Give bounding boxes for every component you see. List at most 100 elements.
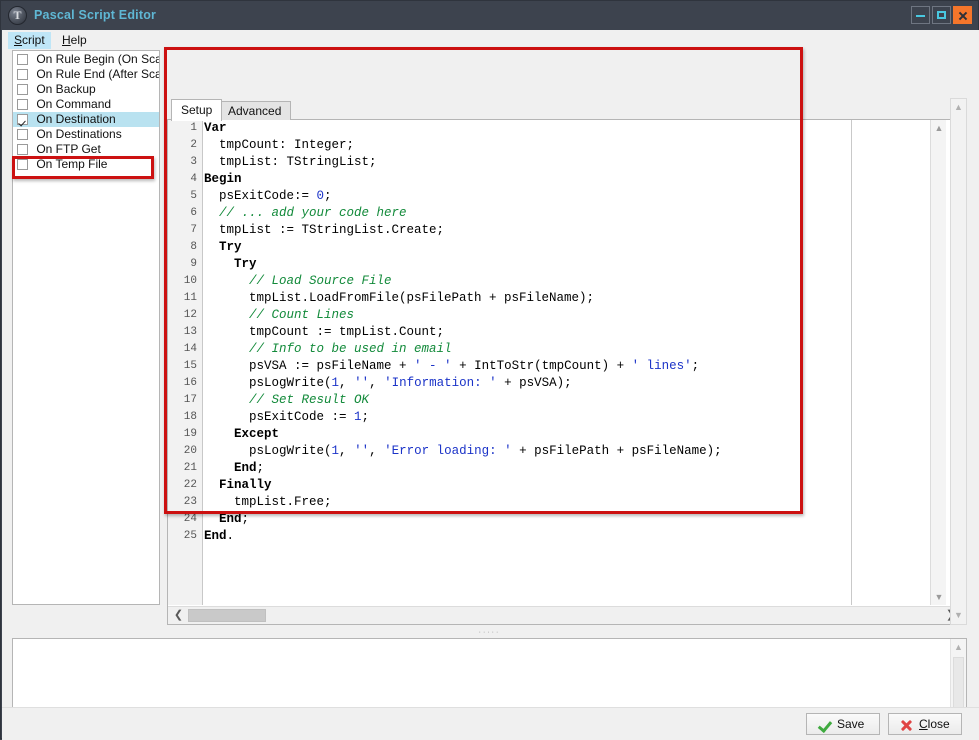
close-button-label: Close (919, 717, 950, 731)
list-item-label: On Backup (36, 82, 96, 96)
save-button-label: Save (837, 717, 865, 731)
client-area: Script Help On Rule Begin (On Scan) On R… (2, 30, 979, 740)
line-number: 13 (183, 326, 197, 338)
menu-item-script[interactable]: Script (8, 32, 51, 49)
tab-setup[interactable]: Setup (171, 99, 223, 121)
list-item[interactable]: On Destinations (13, 127, 159, 142)
list-item[interactable]: On Rule Begin (On Scan) (13, 52, 159, 67)
tab-bar: Setup Advanced (167, 98, 962, 121)
scroll-up-icon[interactable]: ▲ (931, 120, 946, 136)
app-sphere-icon: T (8, 6, 27, 25)
list-item[interactable]: On Rule End (After Scan) (13, 67, 159, 82)
code-line: psVSA := psFileName + ' - ' + IntToStr(t… (204, 359, 700, 373)
code-line: Var (204, 121, 227, 135)
list-item[interactable]: On Temp File (13, 157, 159, 172)
splitter-grip-icon: ····· (478, 629, 501, 636)
scroll-up-icon[interactable]: ▲ (951, 100, 966, 115)
code-line: tmpList: TStringList; (204, 155, 377, 169)
code-line: Begin (204, 172, 242, 186)
code-line: End; (219, 512, 250, 526)
line-number: 7 (190, 224, 197, 236)
output-scroll-thumb[interactable] (953, 657, 964, 709)
list-item-label: On Destinations (36, 127, 122, 141)
code-editor[interactable]: 1 2 3 4 5 6 7 8 9 10 11 12 13 14 15 16 1… (167, 120, 962, 625)
checkbox-icon[interactable] (17, 99, 28, 110)
line-number: 5 (190, 190, 197, 202)
line-number: 18 (183, 411, 197, 423)
checkbox-icon[interactable] (17, 159, 28, 170)
horizontal-scroll-thumb[interactable] (188, 609, 266, 622)
code-line: tmpList.Free; (204, 495, 332, 509)
menu-item-help[interactable]: Help (56, 32, 93, 49)
title-bar: T Pascal Script Editor (1, 1, 978, 30)
code-scroll-viewport[interactable]: 1 2 3 4 5 6 7 8 9 10 11 12 13 14 15 16 1… (168, 120, 946, 605)
scroll-down-icon[interactable]: ▼ (931, 589, 946, 605)
line-number: 10 (183, 275, 197, 287)
code-line: psLogWrite(1, '', 'Error loading: ' + ps… (204, 444, 722, 458)
pascal-script-editor-window: T Pascal Script Editor Script Help On Ru… (0, 0, 979, 740)
code-line: // Load Source File (249, 274, 392, 288)
scroll-down-icon[interactable]: ▼ (951, 608, 966, 623)
list-item[interactable]: On FTP Get (13, 142, 159, 157)
panel-vertical-scrollbar[interactable]: ▲ ▼ (950, 98, 967, 625)
code-line: psExitCode:= 0; (204, 189, 332, 203)
code-line: Except (234, 427, 280, 441)
line-number: 23 (183, 496, 197, 508)
line-number: 1 (190, 122, 197, 134)
line-number: 14 (183, 343, 197, 355)
minimize-button[interactable] (911, 6, 930, 24)
code-line: Try (234, 257, 257, 271)
line-number: 4 (190, 173, 197, 185)
scroll-up-icon[interactable]: ▲ (951, 640, 966, 655)
line-number: 19 (183, 428, 197, 440)
editor-horizontal-scrollbar[interactable]: ❮ ❯ (168, 606, 961, 624)
editor-vertical-scrollbar[interactable]: ▲ ▼ (930, 120, 946, 605)
event-list-panel[interactable]: On Rule Begin (On Scan) On Rule End (Aft… (12, 50, 160, 605)
code-line: tmpCount: Integer; (204, 138, 355, 152)
code-line: // ... add your code here (219, 206, 407, 220)
checkbox-checked-icon[interactable] (17, 114, 28, 125)
menu-bar: Script Help (2, 30, 979, 51)
maximize-button[interactable] (932, 6, 951, 24)
code-line: // Info to be used in email (249, 342, 452, 356)
checkbox-icon[interactable] (17, 54, 28, 65)
code-line: tmpList.LoadFromFile(psFilePath + psFile… (204, 291, 595, 305)
right-margin-divider (851, 120, 852, 605)
line-number: 15 (183, 360, 197, 372)
checkbox-icon[interactable] (17, 144, 28, 155)
footer-bar: Save Close (2, 707, 979, 740)
code-line: psLogWrite(1, '', 'Information: ' + psVS… (204, 376, 572, 390)
list-item-on-destination[interactable]: On Destination (13, 112, 159, 127)
checkbox-icon[interactable] (17, 69, 28, 80)
window-title: Pascal Script Editor (34, 8, 157, 22)
checkbox-icon[interactable] (17, 129, 28, 140)
editor-panel: Setup Advanced 1 2 3 4 5 6 7 8 9 10 11 1… (167, 98, 962, 625)
line-number: 17 (183, 394, 197, 406)
code-line: // Count Lines (249, 308, 355, 322)
list-item[interactable]: On Command (13, 97, 159, 112)
line-number: 21 (183, 462, 197, 474)
list-item-label: On Rule Begin (On Scan) (36, 52, 160, 66)
scroll-left-icon[interactable]: ❮ (170, 607, 187, 624)
code-text[interactable]: Var tmpCount: Integer; tmpList: TStringL… (204, 120, 946, 605)
close-window-button[interactable] (953, 6, 972, 24)
list-item-label: On Command (36, 97, 112, 111)
code-line: tmpCount := tmpList.Count; (204, 325, 445, 339)
close-button[interactable]: Close (888, 713, 962, 735)
checkbox-icon[interactable] (17, 84, 28, 95)
code-line: End. (204, 529, 235, 543)
line-number: 8 (190, 241, 197, 253)
save-button[interactable]: Save (806, 713, 880, 735)
line-number: 25 (183, 530, 197, 542)
content-region: On Rule Begin (On Scan) On Rule End (Aft… (2, 50, 979, 727)
green-check-icon (818, 719, 831, 730)
code-line: // Set Result OK (249, 393, 370, 407)
line-number: 22 (183, 479, 197, 491)
list-item[interactable]: On Backup (13, 82, 159, 97)
line-number: 24 (183, 513, 197, 525)
splitter-handle[interactable]: ····· (12, 628, 967, 636)
code-line: Finally (219, 478, 272, 492)
list-item-label: On Rule End (After Scan) (36, 67, 160, 81)
list-item-label: On Destination (36, 112, 116, 126)
tab-advanced[interactable]: Advanced (218, 101, 292, 120)
